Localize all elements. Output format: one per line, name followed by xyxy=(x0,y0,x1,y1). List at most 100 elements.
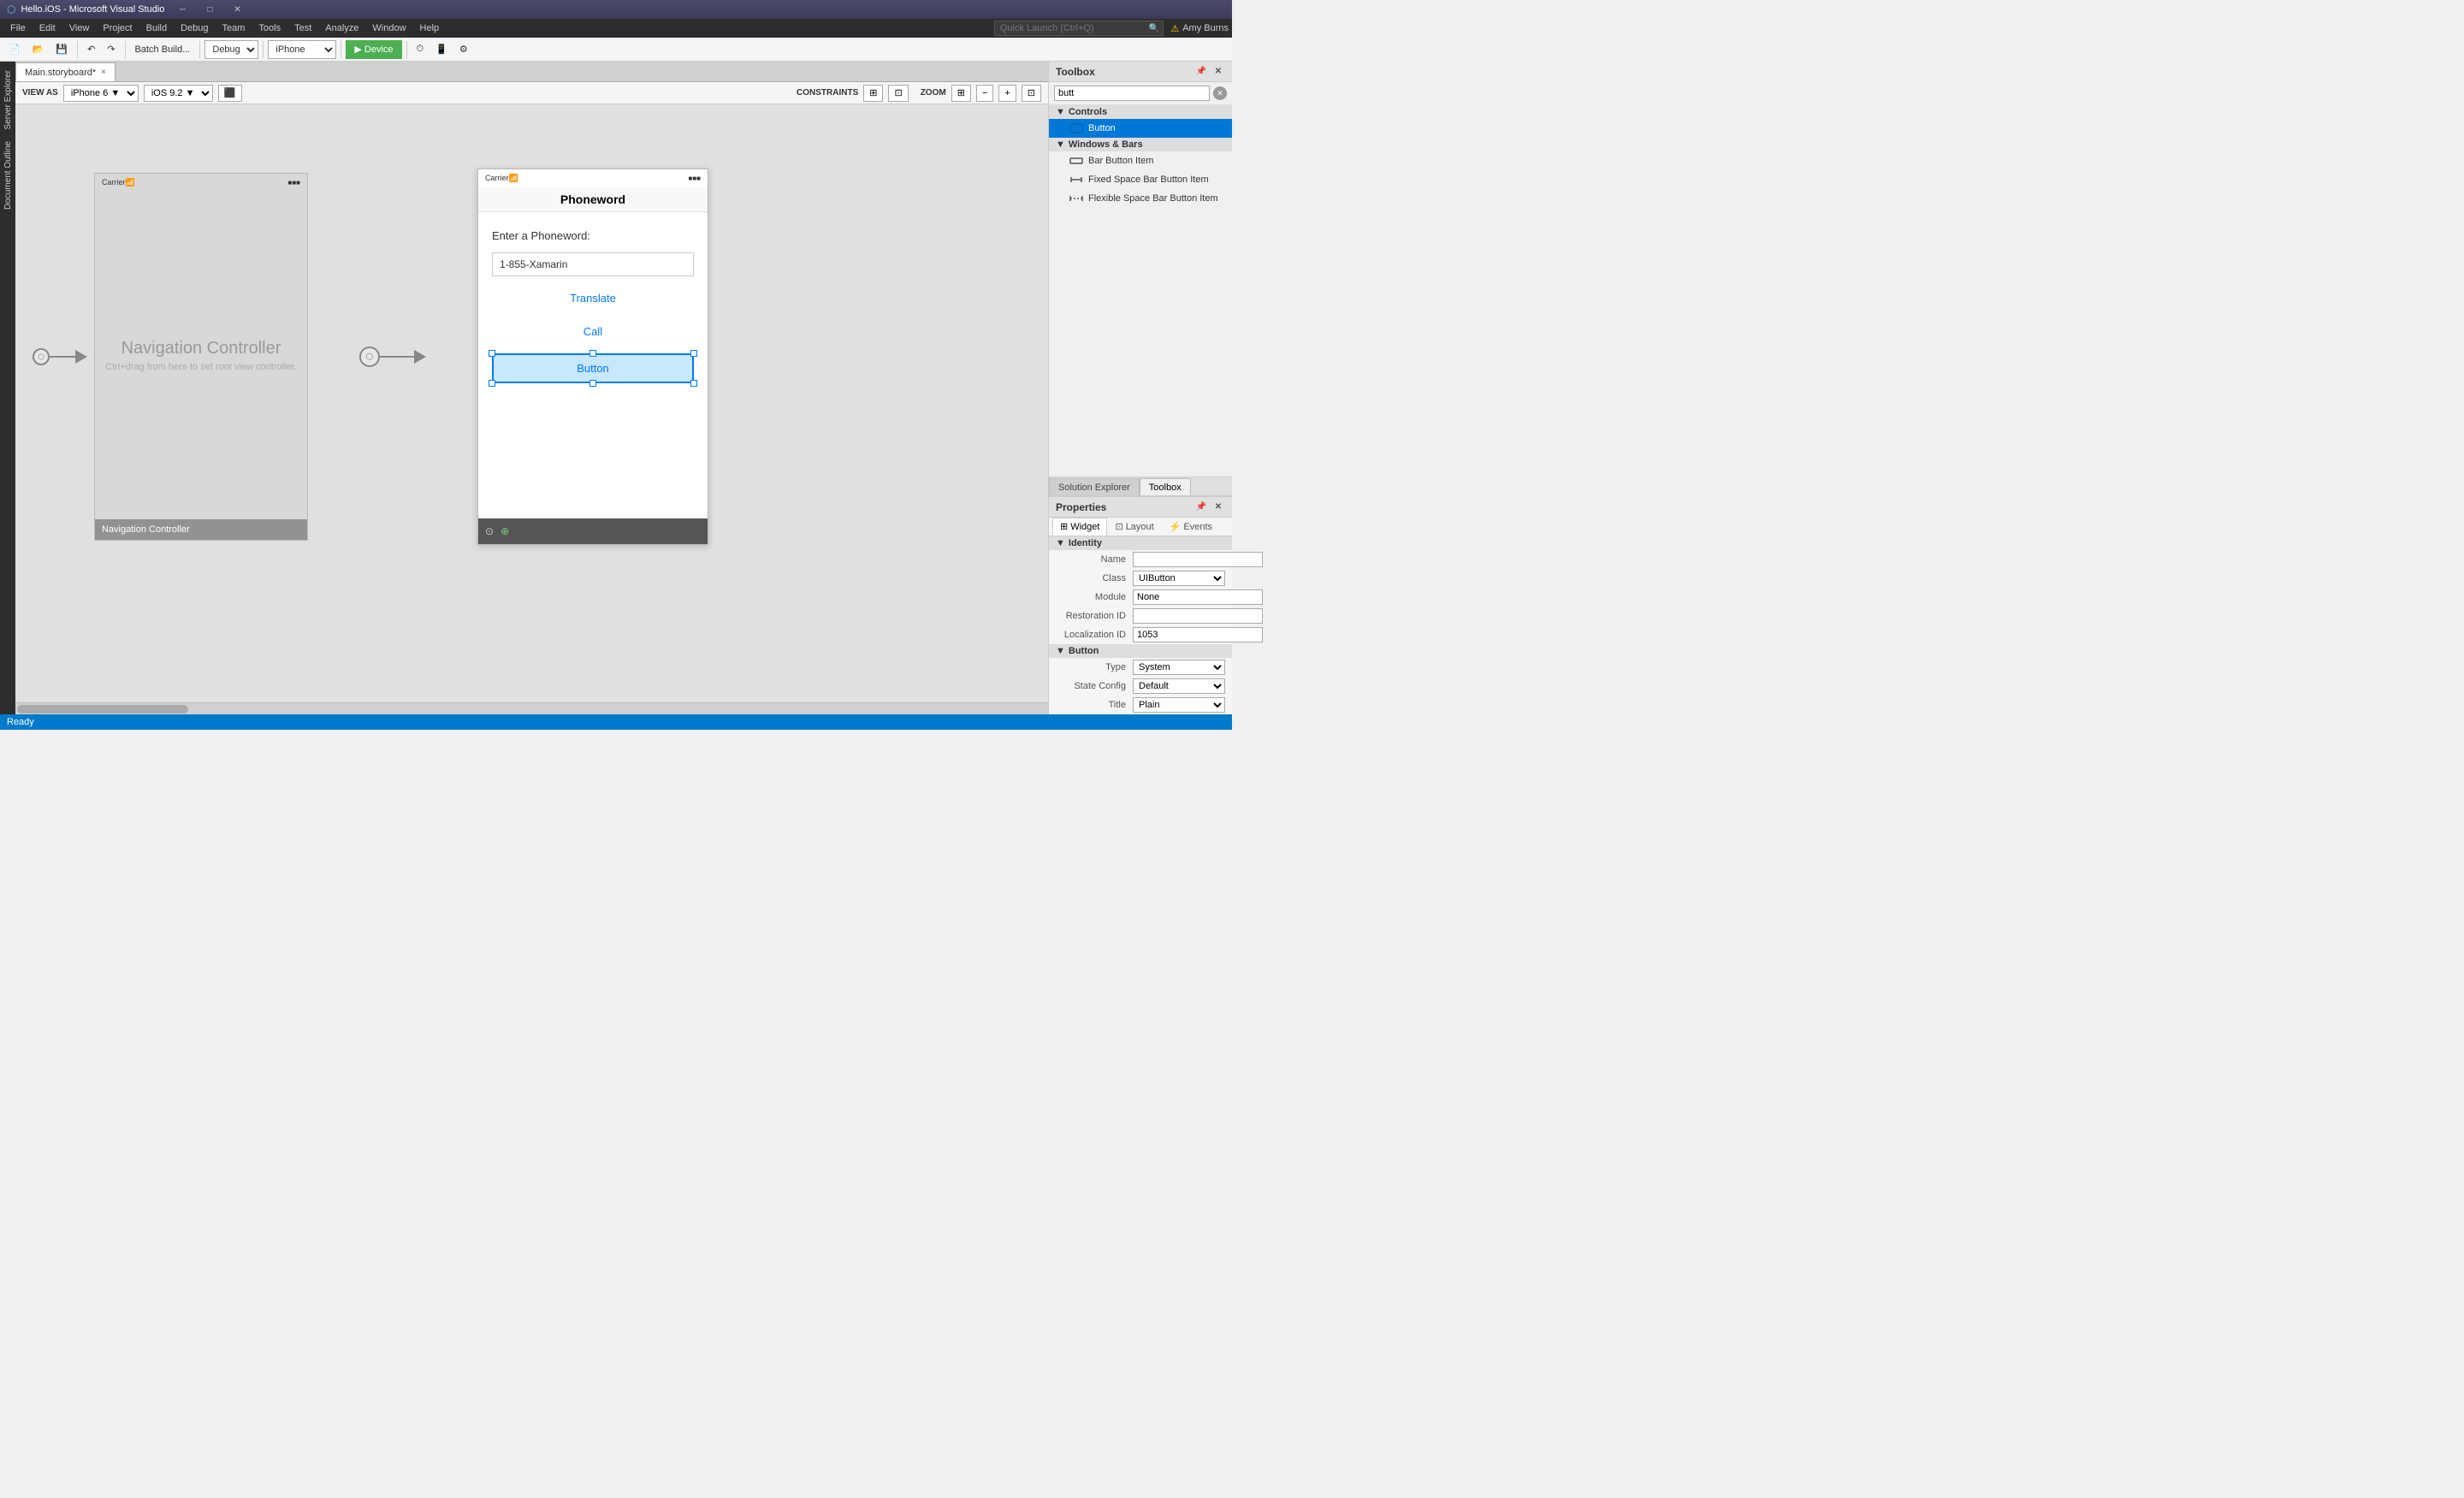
toolbox-item-bar-button[interactable]: Bar Button Item xyxy=(1049,151,1232,170)
tab-solution-explorer[interactable]: Solution Explorer xyxy=(1049,478,1140,495)
toolbox-category-controls[interactable]: ▼ Controls xyxy=(1049,105,1232,119)
vc-battery: ■■■ xyxy=(689,175,702,182)
localization-input[interactable] xyxy=(1133,627,1263,642)
resize-handle-br[interactable] xyxy=(690,380,697,387)
sidebar-server-explorer[interactable]: Server Explorer xyxy=(2,65,15,134)
phoneword-input[interactable] xyxy=(492,252,694,276)
storyboard-canvas[interactable]: ⬡ Carrier 📶 ■■■ xyxy=(15,104,1048,702)
title-select[interactable]: Plain xyxy=(1133,697,1225,713)
view-controller[interactable]: Carrier 📶 ■■■ Phoneword Enter a Phonewor… xyxy=(477,169,708,545)
constraints-btn2[interactable]: ⊡ xyxy=(888,85,908,102)
prop-localization-row: Localization ID xyxy=(1049,625,1232,644)
open-button[interactable]: 📂 xyxy=(27,39,50,60)
props-tab-widget[interactable]: ⊞ Widget xyxy=(1052,518,1107,536)
quick-launch-input[interactable] xyxy=(995,21,1149,36)
resize-handle-tl[interactable] xyxy=(489,350,495,357)
constraints-btn1[interactable]: ⊞ xyxy=(863,85,883,102)
toolbox-search-input[interactable] xyxy=(1054,86,1210,101)
toolbox-header-buttons[interactable]: 📌 ✕ xyxy=(1194,65,1225,79)
menu-file[interactable]: File xyxy=(3,19,33,38)
device-manager-button[interactable]: 📱 xyxy=(430,39,453,60)
properties-header-buttons[interactable]: 📌 ✕ xyxy=(1194,500,1225,514)
menu-test[interactable]: Test xyxy=(287,19,318,38)
run-button[interactable]: ▶ Device xyxy=(346,40,401,59)
menu-edit[interactable]: Edit xyxy=(33,19,62,38)
props-tab-events[interactable]: ⚡ Events xyxy=(1162,518,1220,536)
toolbox-clear-button[interactable]: ✕ xyxy=(1213,86,1227,100)
menu-build[interactable]: Build xyxy=(139,19,174,38)
menu-debug[interactable]: Debug xyxy=(174,19,215,38)
restoration-input[interactable] xyxy=(1133,608,1263,624)
close-button[interactable]: ✕ xyxy=(224,0,250,19)
menu-view[interactable]: View xyxy=(62,19,97,38)
menu-project[interactable]: Project xyxy=(96,19,139,38)
tab-main-storyboard[interactable]: Main.storyboard* × xyxy=(15,62,116,81)
translate-button[interactable]: Translate xyxy=(492,287,694,310)
zoom-actual-button[interactable]: ⊡ xyxy=(1022,85,1041,102)
iphone-model-select[interactable]: iPhone 6 ▼ xyxy=(63,85,139,102)
screen-icon-button[interactable]: ⬛ xyxy=(218,85,242,102)
zoom-out-button[interactable]: − xyxy=(976,85,993,102)
toolbox-item-flexible-space[interactable]: Flexible Space Bar Button Item xyxy=(1049,189,1232,208)
name-input[interactable] xyxy=(1133,552,1263,567)
new-project-button[interactable]: 📄 xyxy=(3,39,26,60)
menu-window[interactable]: Window xyxy=(365,19,412,38)
save-button[interactable]: 💾 xyxy=(50,39,73,60)
menu-help[interactable]: Help xyxy=(413,19,447,38)
restore-button[interactable]: □ xyxy=(197,0,222,19)
undo-button[interactable]: ↶ xyxy=(82,39,100,60)
toolbox-item-fixed-space[interactable]: Fixed Space Bar Button Item xyxy=(1049,170,1232,189)
device-select[interactable]: iPhone xyxy=(268,40,336,59)
type-select[interactable]: System xyxy=(1133,660,1225,675)
title-text: Hello.iOS - Microsoft Visual Studio xyxy=(21,4,164,15)
canvas-scrollbar[interactable] xyxy=(15,702,1048,714)
properties-title: Properties xyxy=(1056,501,1106,513)
navigation-controller[interactable]: Carrier 📶 ■■■ Navigation Controller Ctrl… xyxy=(94,173,308,541)
tab-close-button[interactable]: × xyxy=(101,68,106,77)
widget-tab-label: Widget xyxy=(1070,522,1099,532)
resize-handle-tc[interactable] xyxy=(589,350,596,357)
entry-arrowhead xyxy=(75,350,87,364)
minimize-button[interactable]: ─ xyxy=(169,0,195,19)
toolbar-sep-4 xyxy=(263,41,264,58)
menu-analyze[interactable]: Analyze xyxy=(318,19,365,38)
vc-bottom-icon2[interactable]: ⊕ xyxy=(500,525,509,537)
class-select[interactable]: UIButton xyxy=(1133,571,1225,586)
call-button[interactable]: Call xyxy=(492,320,694,343)
resize-handle-bl[interactable] xyxy=(489,380,495,387)
zoom-fit-button[interactable]: ⊞ xyxy=(951,85,971,102)
settings-button[interactable]: ⚙ xyxy=(454,39,473,60)
module-input[interactable] xyxy=(1133,589,1263,605)
nav-wifi-icon: 📶 xyxy=(126,178,135,187)
toolbox-close-button[interactable]: ✕ xyxy=(1211,65,1225,79)
redo-button[interactable]: ↷ xyxy=(102,39,120,60)
state-label: State Config xyxy=(1056,681,1133,691)
props-pin-button[interactable]: 📌 xyxy=(1194,500,1208,514)
nav-battery: ■■■ xyxy=(288,179,301,187)
state-select[interactable]: Default xyxy=(1133,678,1225,694)
status-bar: Ready xyxy=(0,714,1232,730)
props-tab-layout[interactable]: ⊡ Layout xyxy=(1107,518,1161,536)
tab-toolbox[interactable]: Toolbox xyxy=(1140,478,1191,495)
performance-button[interactable]: ⏱ xyxy=(412,39,429,60)
props-close-button[interactable]: ✕ xyxy=(1211,500,1225,514)
scrollbar-thumb[interactable] xyxy=(17,705,188,713)
resize-handle-tr[interactable] xyxy=(690,350,697,357)
sidebar-document-outline[interactable]: Document Outline xyxy=(2,136,15,215)
vc-carrier: Carrier xyxy=(485,174,509,182)
toolbox-item-button[interactable]: Button xyxy=(1049,119,1232,138)
menu-team[interactable]: Team xyxy=(216,19,252,38)
connector-arrow: ⬡ xyxy=(359,346,426,367)
batch-build-button[interactable]: Batch Build... xyxy=(130,39,196,60)
main-button[interactable]: Button xyxy=(492,353,694,383)
tab-label: Main.storyboard* xyxy=(25,68,96,78)
toolbox-pin-button[interactable]: 📌 xyxy=(1194,65,1208,79)
toolbox-category-windows-bars[interactable]: ▼ Windows & Bars xyxy=(1049,138,1232,151)
menu-tools[interactable]: Tools xyxy=(252,19,287,38)
configuration-select[interactable]: Debug xyxy=(204,40,258,59)
resize-handle-bc[interactable] xyxy=(589,380,596,387)
ios-version-select[interactable]: iOS 9.2 ▼ xyxy=(144,85,213,102)
zoom-in-button[interactable]: + xyxy=(998,85,1016,102)
window-controls[interactable]: ─ □ ✕ xyxy=(169,0,250,19)
vc-bottom-icon1[interactable]: ⊙ xyxy=(485,525,494,537)
